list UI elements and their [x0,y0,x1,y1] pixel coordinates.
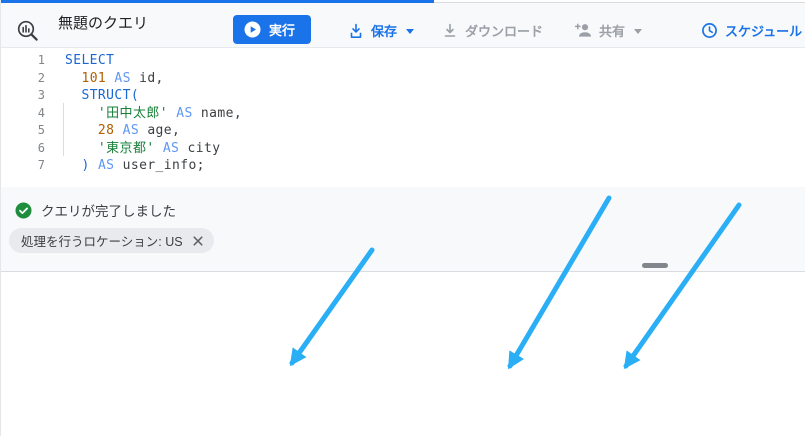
code-token: 101 [81,70,107,86]
code-text: 28 AS age, [65,122,180,140]
code-line[interactable]: 5 28 AS age, [1,122,805,140]
code-token: STRUCT( [81,88,140,103]
share-button-label: 共有 [599,23,626,39]
person-add-icon [573,21,592,39]
line-number: 4 [37,105,45,120]
code-line[interactable]: 4 '田中太郎' AS name, [1,105,805,123]
play-circle-icon [244,21,261,38]
line-number: 6 [37,140,45,155]
line-number: 3 [37,88,45,102]
sql-editor[interactable]: 1 SELECT 2 101 AS id, 3 STRUCT(4 '田中太郎' AS … [1,48,805,191]
code-text: SELECT [65,52,114,70]
code-token: AS [176,105,193,121]
code-token: city [179,140,221,156]
code-token: '田中太郎' [97,105,168,121]
code-line[interactable]: 3 STRUCT( [1,87,805,105]
panel-resize-handle[interactable] [642,263,668,268]
code-token: 28 [97,123,115,138]
code-lines: 1 SELECT 2 101 AS id, 3 STRUCT(4 '田中太郎' AS … [1,52,805,175]
code-text: '東京都' AS city [65,140,220,158]
chevron-down-icon [634,28,643,34]
run-button-label: 実行 [269,23,296,38]
schedule-button[interactable]: スケジュール [701,19,802,41]
line-number: 7 [37,158,45,172]
code-text: 101 AS id, [65,70,164,88]
line-number: 1 [37,53,45,67]
code-token: AS [97,158,115,173]
code-token: id, [130,70,164,86]
chevron-down-icon [406,28,415,34]
share-button[interactable]: 共有 [573,19,643,41]
download-button[interactable]: ダウンロード [442,19,543,41]
code-token: ) [81,158,90,173]
code-text: ) AS user_info; [65,157,205,175]
clock-icon [701,22,718,39]
query-status-band: クエリが完了しました 処理を行うロケーション: US [1,187,805,272]
code-token: age, [139,123,181,138]
code-text: '田中太郎' AS name, [65,105,242,123]
code-line[interactable]: 1 SELECT [1,52,805,70]
code-token: name, [192,105,243,121]
save-button[interactable]: 保存 [348,19,415,41]
code-token: user_info; [114,158,205,173]
location-chip[interactable]: 処理を行うロケーション: US [9,228,214,253]
query-title: 無題のクエリ [58,15,149,32]
query-results-panel: クエリ結果 ジョブ情報結果可視化JSON実行の詳細実行グラフ 行iduser_i… [1,272,805,436]
success-check-icon [15,202,32,219]
line-number: 5 [37,123,45,137]
run-button[interactable]: 実行 [233,15,312,44]
status-row: クエリが完了しました [15,200,176,220]
code-line[interactable]: 2 101 AS id, [1,70,805,88]
bigquery-query-editor: 無題のクエリ 実行 保存 ダウンロード 共有 スケジュール 1 SELECT 2… [0,0,805,436]
query-toolbar: 無題のクエリ 実行 保存 ダウンロード 共有 スケジュール [1,3,805,48]
schedule-button-label: スケジュール [725,23,803,39]
indent-guide [63,103,64,156]
code-token: AS [162,140,180,156]
download-icon [442,22,458,39]
query-magnifier-icon [15,18,41,49]
save-button-label: 保存 [371,23,398,39]
code-text: STRUCT( [65,87,139,105]
code-token: SELECT [65,53,115,68]
code-line[interactable]: 6 '東京都' AS city [1,140,805,158]
code-token: AS [114,70,131,86]
code-line[interactable]: 7 ) AS user_info; [1,157,805,175]
close-icon[interactable] [192,235,204,247]
download-button-label: ダウンロード [465,23,544,39]
line-number: 2 [37,70,45,85]
code-token: '東京都' [97,140,155,156]
status-message: クエリが完了しました [41,204,176,219]
save-icon [348,22,364,39]
code-token: AS [122,123,140,138]
location-chip-label: 処理を行うロケーション: US [21,235,183,249]
